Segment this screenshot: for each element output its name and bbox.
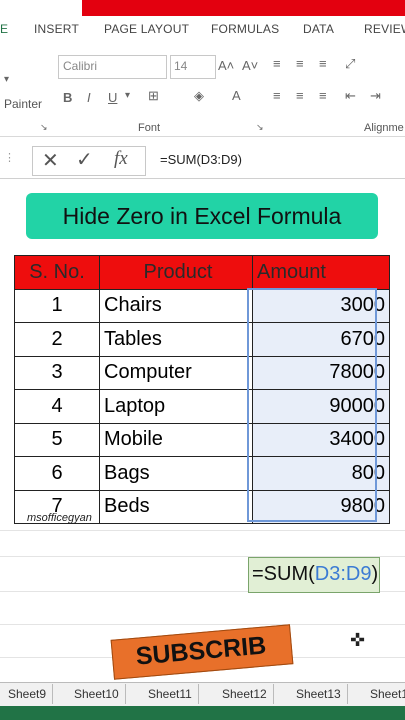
table-row: 6 Bags 800 (14, 456, 390, 491)
page-title: Hide Zero in Excel Formula (62, 203, 342, 229)
insert-function-icon[interactable]: fx (114, 148, 128, 170)
cell-product[interactable]: Bags (99, 456, 253, 491)
table-header-row: S. No. Product Amount (14, 255, 390, 290)
header-sno[interactable]: S. No. (14, 255, 100, 290)
status-bar (0, 706, 405, 720)
align-left-icon[interactable]: ≡ (273, 88, 281, 103)
clipboard-launcher-icon[interactable]: ↘ (40, 122, 48, 133)
header-product[interactable]: Product (99, 255, 253, 290)
gridline (0, 530, 405, 531)
sheet-tab[interactable]: Sheet13 (290, 684, 348, 704)
formula-range-ref: D3:D9 (314, 563, 372, 585)
cell-sno[interactable]: 6 (14, 456, 100, 491)
sheet-tab[interactable]: Sheet10 (68, 684, 126, 704)
table-row: 2 Tables 6700 (14, 322, 390, 357)
sheet-tab[interactable]: Sheet1 (364, 684, 405, 704)
tab-home[interactable]: E (0, 22, 8, 36)
cell-product[interactable]: Beds (99, 489, 253, 524)
format-painter-label[interactable]: Painter (4, 97, 42, 111)
font-color-icon[interactable]: A (232, 88, 241, 103)
align-bottom-icon[interactable]: ≡ (319, 56, 327, 71)
align-center-icon[interactable]: ≡ (296, 88, 304, 103)
underline-dropdown-icon[interactable]: ▾ (125, 90, 130, 101)
cell-sno[interactable]: 4 (14, 389, 100, 424)
paste-dropdown-icon[interactable]: ▾ (4, 74, 9, 85)
shrink-font-icon[interactable]: A˅ (242, 58, 258, 73)
cell-product[interactable]: Computer (99, 355, 253, 390)
sheet-tab[interactable]: Sheet11 (142, 684, 199, 704)
cell-amount[interactable]: 6700 (252, 322, 390, 357)
font-name-dropdown[interactable]: Calibri (58, 55, 167, 79)
align-top-icon[interactable]: ≡ (273, 56, 281, 71)
formula-suffix: ) (371, 563, 379, 585)
cell-sno[interactable]: 3 (14, 355, 100, 390)
cell-amount[interactable]: 90000 (252, 389, 390, 424)
font-group-label: Font (138, 122, 161, 134)
alignment-group-label: Alignme (364, 122, 404, 134)
cell-product[interactable]: Laptop (99, 389, 253, 424)
tab-data[interactable]: DATA (303, 22, 334, 36)
header-amount[interactable]: Amount (252, 255, 390, 290)
title-bar (82, 0, 405, 16)
table-row: 5 Mobile 34000 (14, 422, 390, 457)
cell-amount[interactable]: 3000 (252, 288, 390, 323)
italic-icon[interactable]: I (87, 90, 91, 105)
bold-icon[interactable]: B (63, 90, 72, 105)
enter-icon[interactable]: ✓ (76, 147, 93, 172)
cell-product[interactable]: Mobile (99, 422, 253, 457)
tab-insert[interactable]: INSERT (34, 22, 79, 36)
cell-amount[interactable]: 78000 (252, 355, 390, 390)
cancel-icon[interactable]: ✕ (42, 148, 59, 173)
table-row: 3 Computer 78000 (14, 355, 390, 390)
align-right-icon[interactable]: ≡ (319, 88, 327, 103)
fill-color-icon[interactable]: ◈ (194, 88, 204, 104)
align-middle-icon[interactable]: ≡ (296, 56, 304, 71)
table-row: 4 Laptop 90000 (14, 389, 390, 424)
font-name-value: Calibri (63, 59, 98, 73)
font-launcher-icon[interactable]: ↘ (256, 122, 264, 133)
tab-review[interactable]: REVIEW (364, 22, 405, 36)
cell-amount[interactable]: 34000 (252, 422, 390, 457)
formula-prefix: =SUM( (252, 563, 315, 585)
sheet-tab[interactable]: Sheet9 (2, 684, 54, 704)
tab-page-layout[interactable]: PAGE LAYOUT (104, 22, 189, 36)
table-row: 1 Chairs 3000 (14, 288, 390, 323)
formula-cell-text: =SUM(D3:D9) (252, 557, 378, 591)
font-size-value: 14 (174, 59, 188, 73)
increase-indent-icon[interactable]: ⇥ (370, 88, 381, 104)
tab-formulas[interactable]: FORMULAS (211, 22, 279, 36)
gridline (0, 624, 405, 625)
borders-icon[interactable]: ⊞ (148, 88, 159, 104)
data-table: S. No. Product Amount 1 Chairs 3000 2 Ta… (14, 255, 390, 524)
sheet-tab[interactable]: Sheet12 (216, 684, 274, 704)
font-size-dropdown[interactable]: 14 (170, 55, 216, 79)
cell-product[interactable]: Tables (99, 322, 253, 357)
orientation-icon[interactable]: ⤢ (345, 56, 355, 72)
underline-icon[interactable]: U (108, 90, 117, 105)
name-box-dropdown-icon[interactable]: ⋮ (4, 151, 15, 164)
watermark: msofficegyan (27, 512, 92, 524)
decrease-indent-icon[interactable]: ⇤ (345, 88, 356, 104)
cell-sno[interactable]: 2 (14, 322, 100, 357)
cell-amount[interactable]: 800 (252, 456, 390, 491)
cell-amount[interactable]: 9800 (252, 489, 390, 524)
cell-product[interactable]: Chairs (99, 288, 253, 323)
cell-cursor-icon: ✜ (350, 630, 366, 650)
cell-sno[interactable]: 5 (14, 422, 100, 457)
grow-font-icon[interactable]: A˄ (218, 58, 234, 73)
cell-sno[interactable]: 1 (14, 288, 100, 323)
formula-input[interactable]: =SUM(D3:D9) (160, 152, 242, 167)
